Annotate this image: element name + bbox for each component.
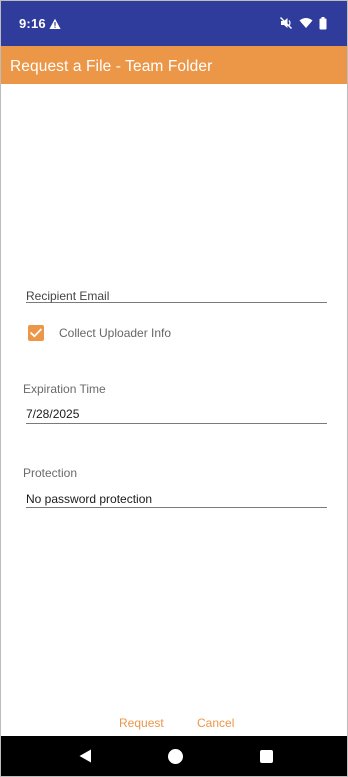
collect-uploader-info-label: Collect Uploader Info	[59, 326, 172, 340]
back-icon[interactable]	[79, 749, 92, 768]
status-bar: 9:16	[1, 1, 347, 46]
status-time: 9:16	[19, 16, 46, 31]
protection-value: No password protection	[26, 492, 153, 506]
expiration-time-label: Expiration Time	[23, 382, 106, 396]
recipient-email-placeholder: Recipient Email	[26, 289, 110, 303]
home-icon[interactable]	[168, 749, 183, 764]
battery-icon	[319, 16, 327, 30]
navigation-bar	[1, 736, 347, 776]
cancel-button[interactable]: Cancel	[197, 716, 234, 730]
warning-icon	[49, 17, 61, 29]
request-button[interactable]: Request	[119, 716, 164, 730]
recent-apps-icon[interactable]	[260, 750, 273, 763]
expiration-time-field[interactable]: 7/28/2025	[26, 405, 327, 424]
protection-label: Protection	[23, 466, 78, 480]
wifi-icon	[299, 17, 313, 29]
collect-uploader-info-checkbox[interactable]	[28, 325, 44, 341]
recipient-email-field[interactable]: Recipient Email	[26, 287, 327, 303]
status-icons	[279, 16, 327, 30]
expiration-time-value: 7/28/2025	[26, 407, 80, 421]
protection-field[interactable]: No password protection	[26, 490, 327, 508]
page-title: Request a File - Team Folder	[10, 58, 213, 75]
checkmark-icon	[30, 328, 42, 338]
collect-uploader-info-row[interactable]: Collect Uploader Info	[28, 324, 171, 342]
app-bar: Request a File - Team Folder	[1, 46, 347, 84]
mute-icon	[279, 16, 293, 30]
app-screen: 9:16 Request a File - Team Folder Recipi…	[0, 0, 348, 777]
